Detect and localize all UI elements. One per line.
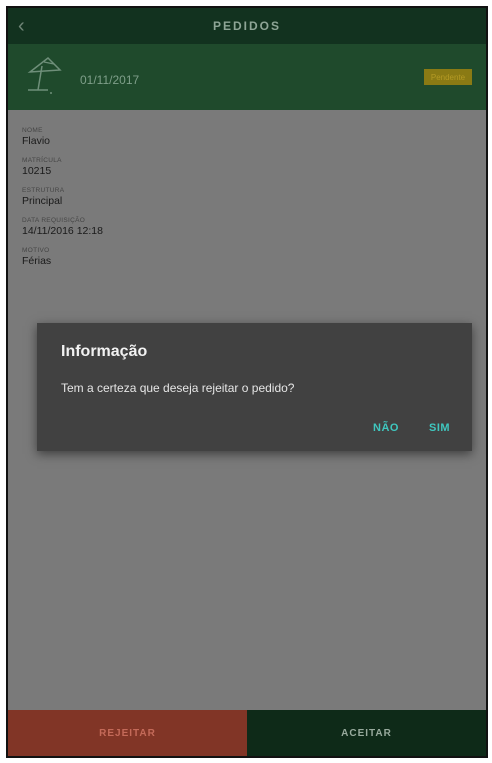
dialog-title: Informação bbox=[61, 343, 148, 360]
field-label: DATA REQUISIÇÃO bbox=[22, 217, 86, 224]
field-value: Férias bbox=[22, 255, 52, 267]
field-label: MOTIVO bbox=[22, 247, 50, 254]
field-value: 14/11/2016 12:18 bbox=[22, 225, 103, 237]
request-header: 01/11/2017 Pendente bbox=[8, 44, 486, 110]
field-nome: NOME Flavio bbox=[22, 126, 103, 148]
field-motivo: MOTIVO Férias bbox=[22, 246, 103, 268]
action-bar: REJEITAR ACEITAR bbox=[8, 710, 486, 756]
field-estrutura: ESTRUTURA Principal bbox=[22, 186, 103, 208]
back-arrow-icon[interactable]: ‹ bbox=[18, 15, 25, 38]
beach-umbrella-icon bbox=[27, 57, 62, 94]
field-value: Flavio bbox=[22, 135, 51, 147]
dialog-message: Tem a certeza que deseja rejeitar o pedi… bbox=[61, 381, 295, 395]
field-matricula: MATRÍCULA 10215 bbox=[22, 156, 103, 178]
top-bar: ‹ PEDIDOS bbox=[8, 8, 486, 44]
field-label: ESTRUTURA bbox=[22, 187, 65, 194]
status-badge: Pendente bbox=[424, 69, 472, 85]
dialog-yes-button[interactable]: SIM bbox=[429, 422, 450, 434]
dialog-no-button[interactable]: NÃO bbox=[373, 422, 399, 434]
field-value: Principal bbox=[22, 195, 63, 207]
page-title: PEDIDOS bbox=[212, 19, 281, 33]
app-frame: ‹ PEDIDOS 01/11/2017 Pendente NOME Flavi… bbox=[6, 6, 488, 758]
request-date: 01/11/2017 bbox=[80, 73, 140, 87]
field-value: 10215 bbox=[22, 165, 52, 177]
field-data-requisicao: DATA REQUISIÇÃO 14/11/2016 12:18 bbox=[22, 216, 103, 238]
field-label: MATRÍCULA bbox=[22, 157, 62, 164]
confirm-dialog: Informação Tem a certeza que deseja reje… bbox=[37, 323, 472, 451]
reject-button[interactable]: REJEITAR bbox=[8, 710, 247, 756]
accept-button[interactable]: ACEITAR bbox=[247, 710, 486, 756]
request-details: NOME Flavio MATRÍCULA 10215 ESTRUTURA Pr… bbox=[22, 126, 103, 276]
field-label: NOME bbox=[22, 127, 43, 134]
